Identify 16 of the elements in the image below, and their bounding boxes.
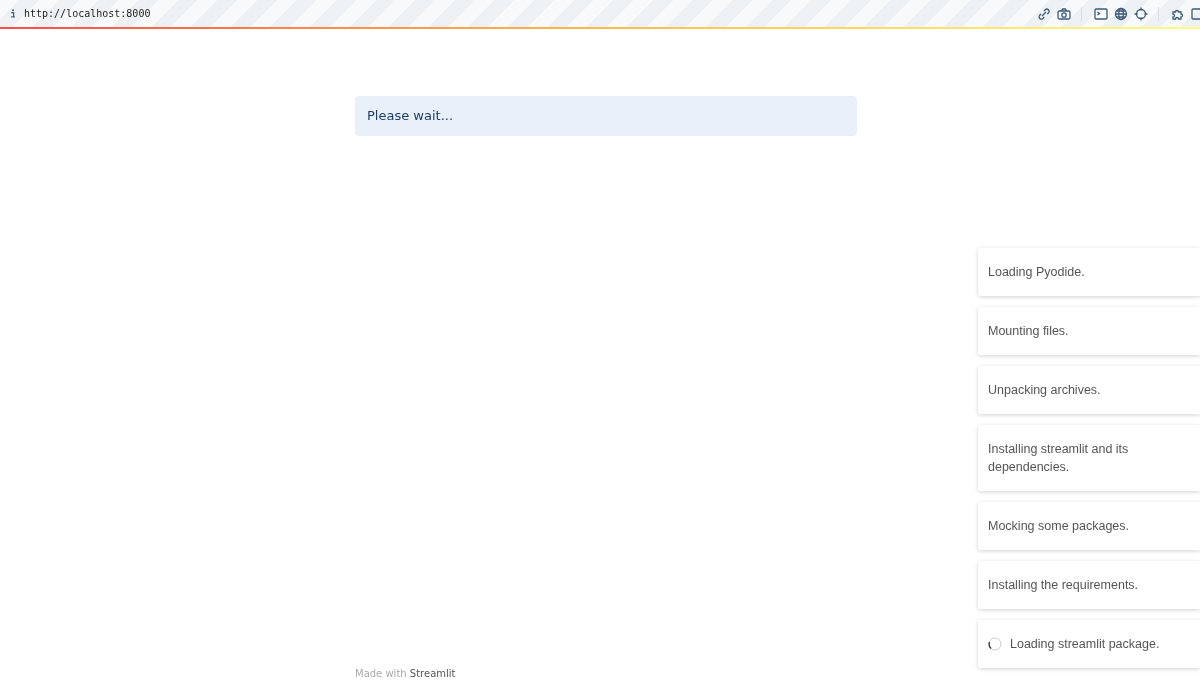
crosshair-icon[interactable] xyxy=(1133,5,1149,22)
info-alert: Please wait... xyxy=(355,96,857,136)
link-icon[interactable] xyxy=(1036,5,1052,22)
terminal-icon[interactable] xyxy=(1093,5,1109,22)
toast-message: Installing streamlit and its dependencies. xyxy=(988,441,1130,476)
info-icon[interactable] xyxy=(10,8,16,19)
toast-message: Mocking some packages. xyxy=(988,518,1130,535)
globe-icon[interactable] xyxy=(1113,5,1129,22)
toast-message: Unpacking archives. xyxy=(988,382,1101,399)
toast-message: Installing the requirements. xyxy=(988,577,1139,594)
camera-icon[interactable] xyxy=(1056,5,1072,22)
toast-message: Loading streamlit package. xyxy=(1010,636,1160,653)
toast-message: Loading Pyodide. xyxy=(988,264,1085,281)
toast-message: Mounting files. xyxy=(988,323,1069,340)
streamlit-link[interactable]: Streamlit xyxy=(409,668,456,679)
footer-text: Made with xyxy=(355,668,407,679)
